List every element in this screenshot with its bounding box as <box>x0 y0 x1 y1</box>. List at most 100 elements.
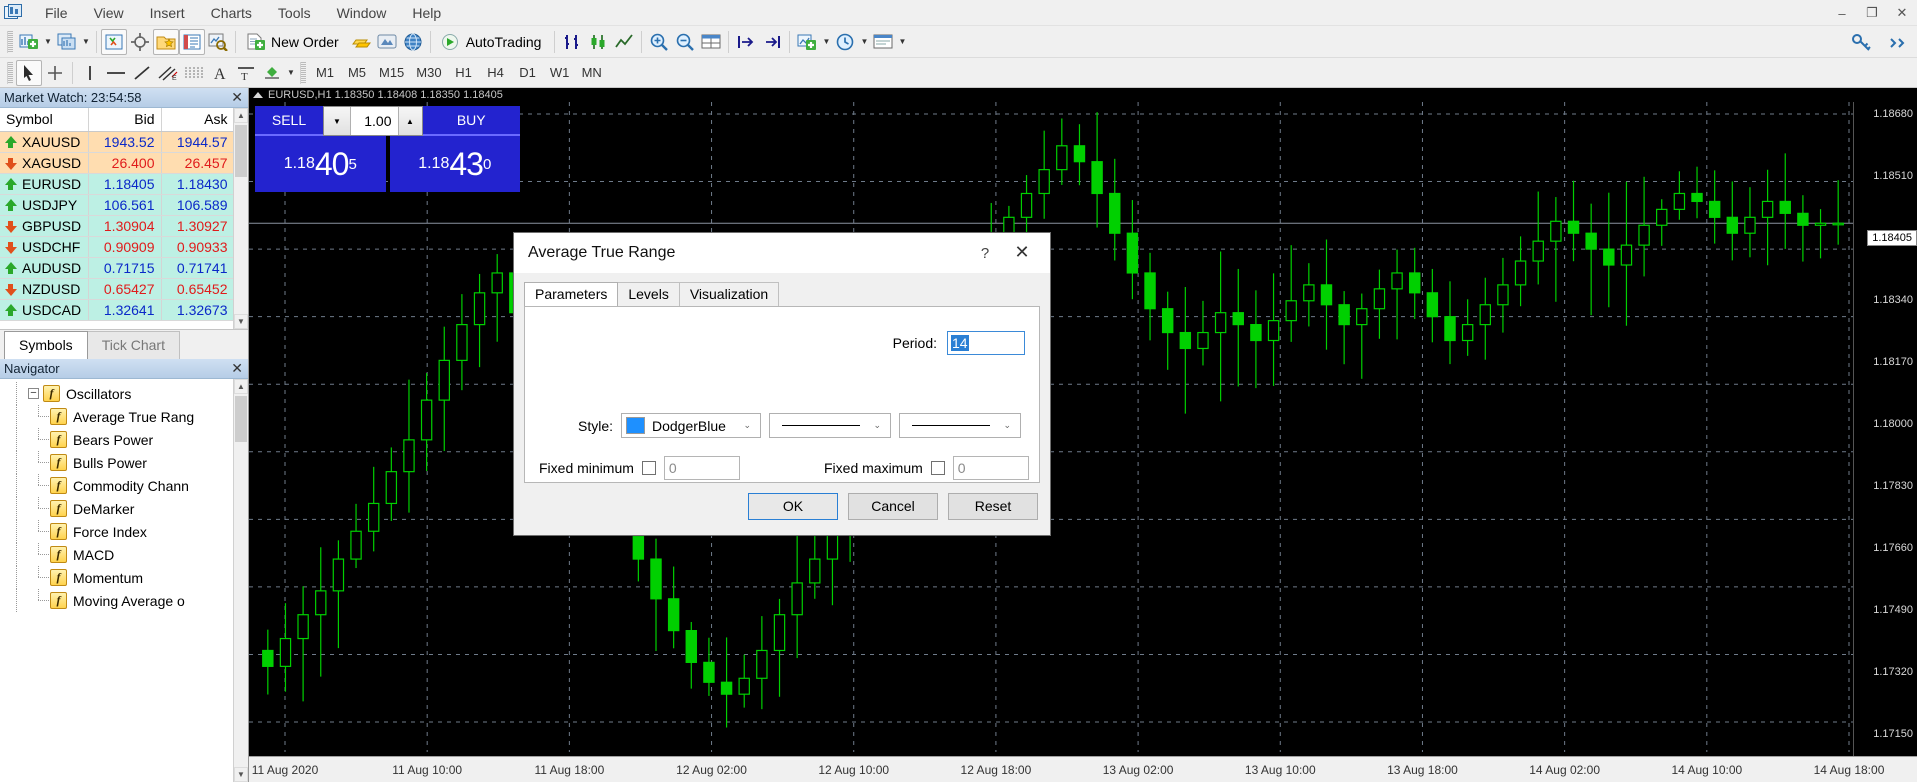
column-header-bid[interactable]: Bid <box>88 108 161 132</box>
nav-scrollbar-thumb[interactable] <box>235 396 247 442</box>
tab-tick-chart[interactable]: Tick Chart <box>87 331 180 359</box>
menu-file[interactable]: File <box>32 1 81 25</box>
zoom-out-icon[interactable] <box>672 29 698 55</box>
table-row[interactable]: EURUSD1.184051.18430 <box>0 174 234 195</box>
price-axis[interactable]: 1.186801.185101.183401.181701.180001.178… <box>1853 102 1917 756</box>
vertical-line-icon[interactable] <box>77 60 103 86</box>
volume-dropdown-icon[interactable]: ▼ <box>324 107 351 135</box>
templates-icon[interactable] <box>870 29 896 55</box>
crosshair-icon[interactable] <box>127 29 153 55</box>
dialog-close-icon[interactable]: ✕ <box>1002 237 1042 267</box>
ok-button[interactable]: OK <box>748 493 838 520</box>
autoscroll-icon[interactable] <box>759 29 785 55</box>
add-indicator-icon[interactable] <box>794 29 820 55</box>
toolbar-grip[interactable] <box>7 31 13 53</box>
nav-scroll-up-icon[interactable]: ▲ <box>234 379 248 394</box>
navigator-item-average-true-rang[interactable]: fAverage True Rang <box>0 405 248 428</box>
indicator-dropdown-icon[interactable]: ▼ <box>820 37 832 46</box>
timeframe-m5[interactable]: M5 <box>341 61 373 85</box>
tab-visualization[interactable]: Visualization <box>679 282 779 306</box>
maximize-icon[interactable]: ❐ <box>1857 0 1887 26</box>
navigator-group-oscillators[interactable]: − f Oscillators <box>0 382 248 405</box>
line-width-combo[interactable]: ⌄ <box>899 413 1021 438</box>
reset-button[interactable]: Reset <box>948 493 1038 520</box>
linebar-grip[interactable] <box>7 62 13 84</box>
timeframe-d1[interactable]: D1 <box>512 61 544 85</box>
market-watch-icon[interactable] <box>101 29 127 55</box>
cancel-button[interactable]: Cancel <box>848 493 938 520</box>
crosshair-tool-icon[interactable] <box>42 60 68 86</box>
new-chart-dropdown-icon[interactable]: ▼ <box>42 37 54 46</box>
timeframe-m30[interactable]: M30 <box>410 61 447 85</box>
period-input[interactable]: 14 <box>947 331 1025 355</box>
menu-help[interactable]: Help <box>399 1 454 25</box>
timeframe-w1[interactable]: W1 <box>544 61 576 85</box>
timeframe-m1[interactable]: M1 <box>309 61 341 85</box>
fixed-maximum-input[interactable]: 0 <box>953 456 1029 480</box>
close-icon[interactable]: ✕ <box>1887 0 1917 26</box>
style-color-combo[interactable]: DodgerBlue ⌄ <box>621 413 761 438</box>
navigator-close-icon[interactable]: ✕ <box>231 360 243 377</box>
volume-spinner-icon[interactable]: ▲ <box>398 107 422 135</box>
fixed-minimum-input[interactable]: 0 <box>664 456 740 480</box>
fixed-minimum-checkbox[interactable] <box>642 461 656 475</box>
expander-icon[interactable]: − <box>28 388 39 399</box>
cursor-icon[interactable] <box>16 60 42 86</box>
equidistant-channel-icon[interactable]: E <box>155 60 181 86</box>
navigator-item-bears-power[interactable]: fBears Power <box>0 428 248 451</box>
templates-dropdown-icon[interactable]: ▼ <box>896 37 908 46</box>
line-chart-icon[interactable] <box>611 29 637 55</box>
chart-area[interactable]: EURUSD,H1 1.18350 1.18408 1.18350 1.1840… <box>249 88 1917 782</box>
gold-bar-icon[interactable] <box>348 29 374 55</box>
table-row[interactable]: USDJPY106.561106.589 <box>0 195 234 216</box>
navigator-item-macd[interactable]: fMACD <box>0 543 248 566</box>
column-header-symbol[interactable]: Symbol <box>0 108 88 132</box>
time-axis[interactable]: 11 Aug 202011 Aug 10:0011 Aug 18:0012 Au… <box>249 756 1917 782</box>
strategy-tester-icon[interactable] <box>205 29 231 55</box>
table-row[interactable]: AUDUSD0.717150.71741 <box>0 258 234 279</box>
market-watch-close-icon[interactable]: ✕ <box>231 89 243 106</box>
chart-collapse-icon[interactable] <box>253 92 263 98</box>
timeframe-grip[interactable] <box>300 62 306 84</box>
text-tool-icon[interactable]: A <box>207 60 233 86</box>
scroll-down-icon[interactable]: ▼ <box>234 314 248 329</box>
shapes-dropdown-icon[interactable]: ▼ <box>285 68 297 77</box>
table-row[interactable]: GBPUSD1.309041.30927 <box>0 216 234 237</box>
fibonacci-icon[interactable] <box>181 60 207 86</box>
navigator-scrollbar[interactable]: ▲ ▼ <box>233 379 248 782</box>
minimize-icon[interactable]: – <box>1827 0 1857 26</box>
dialog-title-bar[interactable]: Average True Range ? ✕ <box>514 233 1050 273</box>
navigator-icon[interactable] <box>153 29 179 55</box>
navigator-item-force-index[interactable]: fForce Index <box>0 520 248 543</box>
mql5-community-icon[interactable] <box>374 29 400 55</box>
navigator-item-commodity-chann[interactable]: fCommodity Chann <box>0 474 248 497</box>
timeframe-m15[interactable]: M15 <box>373 61 410 85</box>
fixed-maximum-checkbox[interactable] <box>931 461 945 475</box>
navigator-item-momentum[interactable]: fMomentum <box>0 566 248 589</box>
period-dropdown-icon[interactable]: ▼ <box>858 37 870 46</box>
period-clock-icon[interactable] <box>832 29 858 55</box>
table-row[interactable]: XAGUSD26.40026.457 <box>0 153 234 174</box>
scroll-up-icon[interactable]: ▲ <box>234 108 248 123</box>
buy-price-display[interactable]: 1.18430 <box>390 136 521 192</box>
chart-profiles-icon[interactable] <box>54 29 80 55</box>
menu-insert[interactable]: Insert <box>137 1 198 25</box>
menu-window[interactable]: Window <box>324 1 400 25</box>
autotrading-button[interactable]: AutoTrading <box>435 29 551 55</box>
candlestick-chart-icon[interactable] <box>585 29 611 55</box>
menu-view[interactable]: View <box>81 1 137 25</box>
table-row[interactable]: USDCHF0.909090.90933 <box>0 237 234 258</box>
table-row[interactable]: XAUUSD1943.521944.57 <box>0 132 234 153</box>
timeframe-h1[interactable]: H1 <box>448 61 480 85</box>
table-row[interactable]: USDCAD1.326411.32673 <box>0 300 234 321</box>
sell-price-display[interactable]: 1.18405 <box>255 136 386 192</box>
tab-parameters[interactable]: Parameters <box>524 282 618 306</box>
new-order-button[interactable]: New Order <box>240 29 348 55</box>
scrollbar-thumb[interactable] <box>235 125 247 177</box>
column-header-ask[interactable]: Ask <box>161 108 234 132</box>
timeframe-mn[interactable]: MN <box>576 61 608 85</box>
market-watch-scrollbar[interactable]: ▲ ▼ <box>233 108 248 329</box>
horizontal-line-icon[interactable] <box>103 60 129 86</box>
menu-tools[interactable]: Tools <box>265 1 324 25</box>
expand-toolbar-icon[interactable] <box>1885 29 1911 55</box>
